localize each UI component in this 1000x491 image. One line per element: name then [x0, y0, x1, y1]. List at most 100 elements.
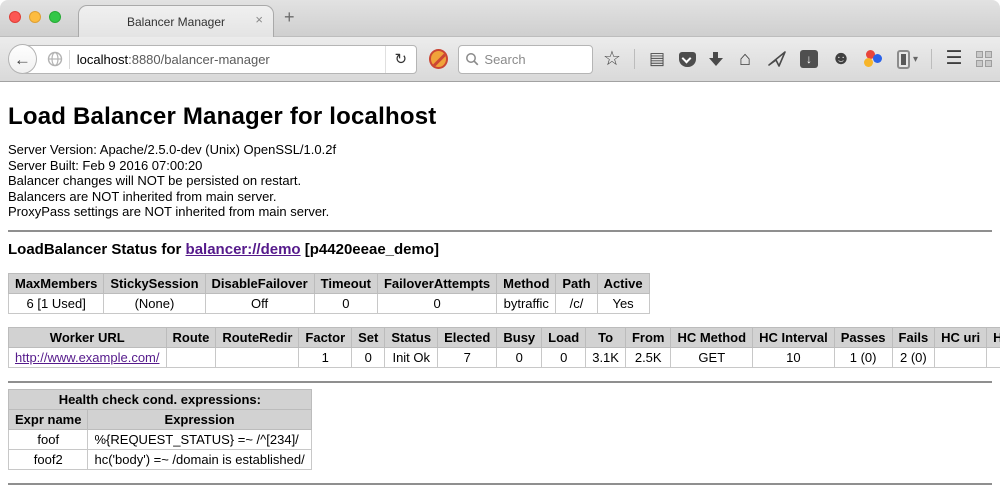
- col-fails: Fails: [892, 327, 935, 347]
- downloads-icon[interactable]: [709, 52, 723, 66]
- table-row: foof %{REQUEST_STATUS} =~ /^[234]/: [9, 429, 312, 449]
- pocket-icon[interactable]: [679, 52, 696, 67]
- col-failoverattempts: FailoverAttempts: [377, 273, 496, 293]
- proxypass-note-line: ProxyPass settings are NOT inherited fro…: [8, 204, 992, 220]
- health-check-table: Health check cond. expressions: Expr nam…: [8, 389, 312, 470]
- reload-button[interactable]: ↻: [385, 46, 417, 73]
- balancer-demo-link[interactable]: balancer://demo: [186, 241, 301, 258]
- colored-dots-extension-icon[interactable]: [864, 49, 884, 69]
- server-info: Server Version: Apache/2.5.0-dev (Unix) …: [8, 142, 992, 220]
- balancer-note-line: Balancer changes will NOT be persisted o…: [8, 173, 992, 189]
- col-passes: Passes: [834, 327, 892, 347]
- hamburger-menu-icon[interactable]: ☰: [945, 49, 963, 69]
- col-stickysession: StickySession: [104, 273, 205, 293]
- cell-set: 0: [352, 347, 385, 367]
- col-factor: Factor: [299, 327, 352, 347]
- cell-expr-name: foof2: [9, 449, 88, 469]
- cell-hc-expr: foof2: [987, 347, 1000, 367]
- worker-url-link[interactable]: http://www.example.com/: [15, 350, 160, 365]
- divider: [8, 483, 992, 485]
- tab-close-icon[interactable]: ×: [255, 13, 263, 26]
- cell-path: /c/: [556, 293, 597, 313]
- col-hc-uri: HC uri: [935, 327, 987, 347]
- toolbar-separator: [634, 49, 635, 69]
- new-tab-button[interactable]: +: [284, 8, 295, 26]
- battery-extension-button[interactable]: ▾: [897, 50, 918, 69]
- col-elected: Elected: [438, 327, 497, 347]
- cell-expr-name: foof: [9, 429, 88, 449]
- col-hc-interval: HC Interval: [753, 327, 835, 347]
- cell-expression: %{REQUEST_STATUS} =~ /^[234]/: [88, 429, 311, 449]
- search-icon: [465, 52, 479, 66]
- battery-icon: [897, 50, 910, 69]
- col-status: Status: [385, 327, 438, 347]
- tab-title: Balancer Manager: [127, 15, 225, 29]
- send-tab-icon[interactable]: [767, 50, 787, 68]
- server-built-line: Server Built: Feb 9 2016 07:00:20: [8, 158, 992, 174]
- col-from: From: [625, 327, 671, 347]
- col-set: Set: [352, 327, 385, 347]
- col-maxmembers: MaxMembers: [9, 273, 104, 293]
- cell-timeout: 0: [314, 293, 377, 313]
- divider: [8, 230, 992, 232]
- toolbar-separator: [931, 49, 932, 69]
- window-close-button[interactable]: [9, 11, 21, 23]
- table-header-row: Worker URL Route RouteRedir Factor Set S…: [9, 327, 1000, 347]
- cell-hc-interval: 10: [753, 347, 835, 367]
- cell-stickysession: (None): [104, 293, 205, 313]
- home-icon[interactable]: ⌂: [736, 50, 754, 68]
- col-disablefailover: DisableFailover: [205, 273, 314, 293]
- cell-hc-uri: [935, 347, 987, 367]
- col-path: Path: [556, 273, 597, 293]
- cell-hc-method: GET: [671, 347, 753, 367]
- cell-routeredir: [216, 347, 299, 367]
- cell-factor: 1: [299, 347, 352, 367]
- table-header-row: Expr name Expression: [9, 409, 312, 429]
- url-input[interactable]: localhost:8880/balancer-manager: [77, 52, 385, 67]
- cell-passes: 1 (0): [834, 347, 892, 367]
- browser-tab[interactable]: Balancer Manager ×: [78, 5, 274, 37]
- search-input[interactable]: [484, 52, 584, 67]
- url-bar[interactable]: localhost:8880/balancer-manager ↻: [22, 45, 417, 74]
- cell-from: 2.5K: [625, 347, 671, 367]
- table-row: foof2 hc('body') =~ /domain is establish…: [9, 449, 312, 469]
- bookmark-star-icon[interactable]: ☆: [603, 49, 621, 69]
- back-arrow-icon: ←: [14, 51, 31, 68]
- browser-window: Balancer Manager × + ← localhost:8880/ba…: [0, 0, 1000, 491]
- col-active: Active: [597, 273, 649, 293]
- cell-elected: 7: [438, 347, 497, 367]
- col-method: Method: [497, 273, 556, 293]
- chevron-down-icon: ▾: [913, 54, 918, 65]
- table-row: http://www.example.com/ 1 0 Init Ok 7 0 …: [9, 347, 1000, 367]
- search-bar: [458, 45, 593, 74]
- health-table-title: Health check cond. expressions:: [9, 389, 312, 409]
- browser-tab-bar: Balancer Manager × +: [0, 0, 1000, 37]
- cell-worker-url: http://www.example.com/: [9, 347, 167, 367]
- tab-groups-icon[interactable]: [976, 51, 992, 67]
- balancer-status-table: MaxMembers StickySession DisableFailover…: [8, 273, 650, 314]
- plugin-blocked-icon[interactable]: [429, 49, 448, 69]
- feedback-smiley-icon[interactable]: ☻: [831, 49, 851, 69]
- col-worker-url: Worker URL: [9, 327, 167, 347]
- cell-busy: 0: [497, 347, 542, 367]
- col-busy: Busy: [497, 327, 542, 347]
- window-controls: [9, 11, 61, 23]
- cell-route: [166, 347, 216, 367]
- loadbalancer-heading: LoadBalancer Status for balancer://demo …: [8, 241, 992, 258]
- cell-maxmembers: 6 [1 Used]: [9, 293, 104, 313]
- heading-prefix: LoadBalancer Status for: [8, 241, 186, 258]
- toolbar-icons: ☆ ▤ ⌂ ↓ ☻ ▾ ☰: [603, 49, 992, 69]
- col-to: To: [586, 327, 626, 347]
- col-hc-expr: HC Expr: [987, 327, 1000, 347]
- table-row: 6 [1 Used] (None) Off 0 0 bytraffic /c/ …: [9, 293, 650, 313]
- download-extension-icon[interactable]: ↓: [800, 50, 818, 68]
- heading-suffix: [p4420eeae_demo]: [301, 241, 439, 258]
- reading-list-icon[interactable]: ▤: [648, 49, 666, 69]
- inherit-note-line: Balancers are NOT inherited from main se…: [8, 189, 992, 205]
- window-zoom-button[interactable]: [49, 11, 61, 23]
- back-button[interactable]: ←: [8, 44, 37, 74]
- col-timeout: Timeout: [314, 273, 377, 293]
- worker-table: Worker URL Route RouteRedir Factor Set S…: [8, 327, 1000, 368]
- cell-failoverattempts: 0: [377, 293, 496, 313]
- window-minimize-button[interactable]: [29, 11, 41, 23]
